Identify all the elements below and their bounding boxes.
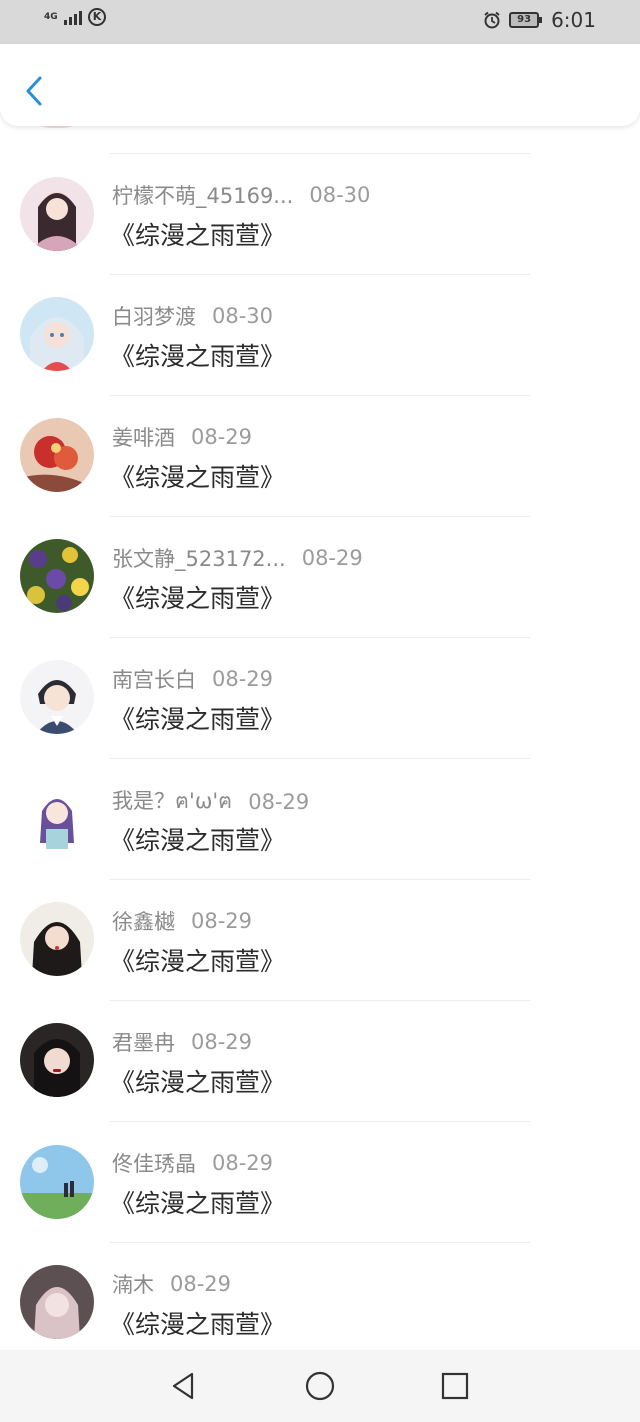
comment-text: 《综漫之雨萱》: [110, 221, 286, 250]
comment-text: 《综漫之雨萱》: [110, 342, 286, 371]
timestamp: 08-29: [191, 909, 253, 933]
signal-icon: [64, 9, 82, 25]
list-item[interactable]: 姜啡酒 08-29 《综漫之雨萱》: [0, 396, 640, 517]
timestamp: 08-29: [301, 546, 363, 570]
avatar[interactable]: [20, 660, 94, 734]
list-item[interactable]: 南宫长白 08-29 《综漫之雨萱》: [0, 638, 640, 759]
comment-list[interactable]: 柠檬不萌_45169... 08-30 《综漫之雨萱》 白羽梦渡 08-30 《…: [0, 0, 640, 1422]
header: [0, 44, 640, 126]
avatar[interactable]: [20, 1265, 94, 1339]
timestamp: 08-30: [309, 183, 371, 207]
recents-square-icon[interactable]: [438, 1369, 472, 1403]
list-item[interactable]: 湳木 08-29 《综漫之雨萱》: [0, 1243, 640, 1364]
list-item[interactable]: 柠檬不萌_45169... 08-30 《综漫之雨萱》: [0, 154, 640, 275]
timestamp: 08-29: [248, 789, 310, 814]
alarm-icon: [484, 11, 500, 29]
timestamp: 08-29: [191, 1030, 253, 1054]
avatar[interactable]: [20, 1145, 94, 1219]
timestamp: 08-30: [212, 304, 274, 328]
user-name[interactable]: 南宫长白: [112, 664, 196, 694]
avatar[interactable]: [20, 1023, 94, 1097]
user-name[interactable]: 湳木: [112, 1269, 154, 1299]
timestamp: 08-29: [191, 425, 253, 449]
navigation-bar: [0, 1350, 640, 1422]
user-name[interactable]: 柠檬不萌_45169...: [112, 180, 293, 210]
network-type: 4G: [44, 11, 58, 22]
list-item[interactable]: 我是？ฅ'ω'ฅ 08-29 《综漫之雨萱》: [0, 759, 640, 880]
comment-text: 《综漫之雨萱》: [110, 1189, 286, 1218]
user-name[interactable]: 张文静_523172...: [112, 543, 286, 573]
comment-text: 《综漫之雨萱》: [110, 705, 286, 734]
timestamp: 08-29: [212, 667, 274, 691]
status-bar: 4G K 93 6:01: [0, 0, 640, 44]
timestamp: 08-29: [212, 1151, 274, 1175]
list-item[interactable]: 佟佳琇晶 08-29 《综漫之雨萱》: [0, 1122, 640, 1243]
timestamp: 08-29: [170, 1272, 232, 1296]
battery-icon: 93: [509, 12, 543, 28]
user-name[interactable]: 徐鑫樾: [112, 906, 175, 936]
comment-text: 《综漫之雨萱》: [110, 1068, 286, 1097]
clock: 6:01: [551, 8, 596, 32]
user-name[interactable]: 我是？ฅ'ω'ฅ: [112, 785, 232, 818]
comment-text: 《综漫之雨萱》: [110, 826, 286, 855]
user-name[interactable]: 君墨冉: [112, 1027, 175, 1057]
back-triangle-icon[interactable]: [166, 1369, 200, 1403]
user-name[interactable]: 姜啡酒: [112, 422, 175, 452]
comment-text: 《综漫之雨萱》: [110, 463, 286, 492]
comment-text: 《综漫之雨萱》: [110, 947, 286, 976]
home-circle-icon[interactable]: [303, 1369, 337, 1403]
list-item[interactable]: 张文静_523172... 08-29 《综漫之雨萱》: [0, 517, 640, 638]
comment-text: 《综漫之雨萱》: [110, 1310, 286, 1339]
avatar[interactable]: [20, 902, 94, 976]
list-item[interactable]: 徐鑫樾 08-29 《综漫之雨萱》: [0, 880, 640, 1001]
avatar[interactable]: [20, 418, 94, 492]
user-name[interactable]: 佟佳琇晶: [112, 1148, 196, 1178]
user-name[interactable]: 白羽梦渡: [112, 301, 196, 331]
comment-text: 《综漫之雨萱》: [110, 584, 286, 613]
avatar[interactable]: [20, 177, 94, 251]
chevron-left-icon[interactable]: [22, 74, 46, 108]
avatar[interactable]: [20, 297, 94, 371]
avatar[interactable]: [20, 781, 94, 855]
k-app-icon: K: [88, 8, 106, 26]
list-item[interactable]: 白羽梦渡 08-30 《综漫之雨萱》: [0, 275, 640, 396]
list-item[interactable]: 君墨冉 08-29 《综漫之雨萱》: [0, 1001, 640, 1122]
avatar[interactable]: [20, 539, 94, 613]
